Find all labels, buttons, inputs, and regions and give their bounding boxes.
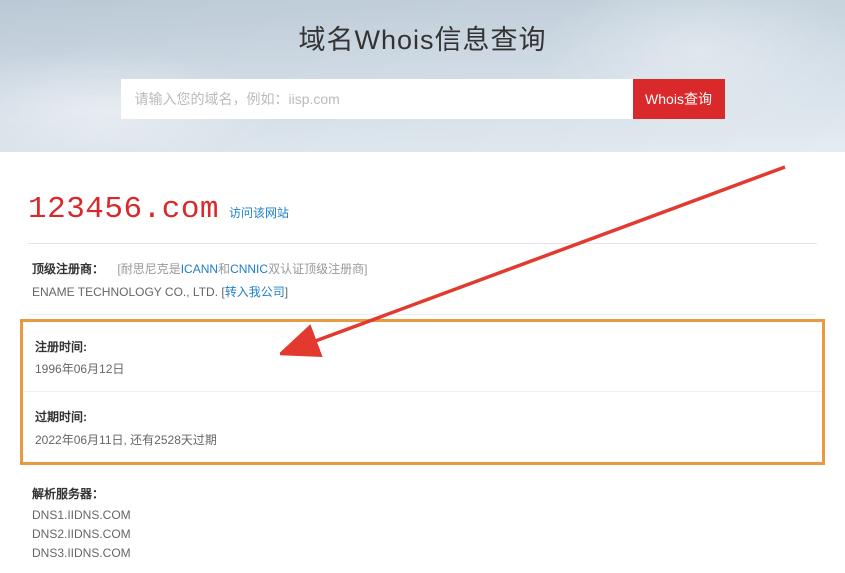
domain-header: 123456.com 访问该网站 (28, 192, 817, 244)
visit-site-link[interactable]: 访问该网站 (229, 204, 289, 221)
exp-date-value: 2022年06月11日, 还有2528天过期 (35, 429, 810, 452)
exp-date-label: 过期时间: (35, 406, 810, 429)
registrar-note: [耐思尼克是ICANN和CNNIC双认证顶级注册商] (117, 262, 367, 276)
registrar-block: 顶级注册商： [耐思尼克是ICANN和CNNIC双认证顶级注册商] ENAME … (28, 244, 817, 315)
expiry-date-block: 过期时间: 2022年06月11日, 还有2528天过期 (23, 392, 822, 462)
icann-link[interactable]: ICANN (181, 262, 218, 276)
dns-server: DNS3.IIDNS.COM (32, 544, 813, 563)
result-content: 123456.com 访问该网站 顶级注册商： [耐思尼克是ICANN和CNNI… (0, 152, 845, 573)
hero-banner: 域名Whois信息查询 Whois查询 (0, 0, 845, 152)
reg-date-value: 1996年06月12日 (35, 358, 810, 381)
dns-server-list: DNS1.IIDNS.COM DNS2.IIDNS.COM DNS3.IIDNS… (32, 506, 813, 564)
domain-input[interactable] (121, 79, 633, 119)
whois-search-button[interactable]: Whois查询 (633, 79, 725, 119)
dns-block: 解析服务器： DNS1.IIDNS.COM DNS2.IIDNS.COM DNS… (28, 469, 817, 573)
cnnic-link[interactable]: CNNIC (230, 262, 268, 276)
dns-server: DNS2.IIDNS.COM (32, 525, 813, 544)
registration-date-block: 注册时间: 1996年06月12日 (23, 322, 822, 393)
highlighted-dates-box: 注册时间: 1996年06月12日 过期时间: 2022年06月11日, 还有2… (20, 319, 825, 465)
registrar-company: ENAME TECHNOLOGY CO., LTD. [转入我公司] (32, 281, 813, 304)
registrar-label: 顶级注册商： (32, 262, 104, 276)
transfer-link[interactable]: 转入我公司 (225, 285, 285, 299)
search-form: Whois查询 (121, 79, 725, 119)
reg-date-label: 注册时间: (35, 336, 810, 359)
dns-label: 解析服务器： (32, 483, 813, 506)
page-title: 域名Whois信息查询 (0, 18, 845, 57)
dns-server: DNS1.IIDNS.COM (32, 506, 813, 525)
domain-name-text: 123456.com (28, 192, 219, 227)
